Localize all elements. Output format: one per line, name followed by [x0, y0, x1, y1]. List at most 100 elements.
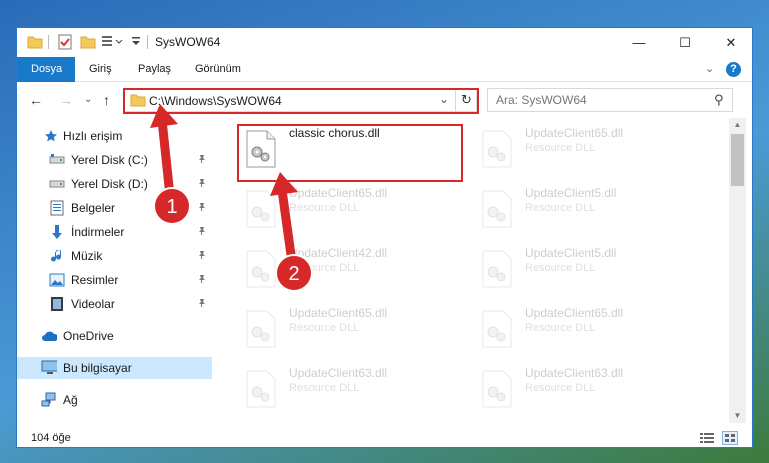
forward-icon[interactable]: →	[59, 92, 73, 108]
file-name: UpdateClient65.dll	[289, 306, 388, 320]
sidebar-item-onedrive[interactable]: OneDrive	[17, 325, 212, 347]
help-icon[interactable]: ?	[726, 62, 741, 77]
dll-file-icon	[481, 370, 513, 408]
navigation-pane: Hızlı erişim Yerel Disk (C:) Yerel Disk …	[17, 118, 212, 428]
sidebar-item-quick-access[interactable]: Hızlı erişim	[17, 125, 212, 147]
cloud-icon	[41, 328, 57, 344]
folder-icon	[27, 34, 43, 50]
sidebar-item-videos[interactable]: Videolar	[17, 293, 212, 315]
customize-toolbar-icon[interactable]	[101, 34, 125, 50]
title-bar: SysWOW64 — ☐ ✕	[17, 28, 752, 57]
status-bar: 104 öğe	[17, 428, 752, 447]
star-icon	[43, 128, 59, 144]
computer-icon	[41, 360, 57, 376]
network-icon	[41, 392, 57, 408]
video-icon	[49, 296, 65, 312]
properties-icon[interactable]	[57, 34, 73, 50]
large-icons-view-icon[interactable]	[722, 431, 738, 445]
sidebar-item-label: OneDrive	[63, 329, 114, 343]
sidebar-item-disk-d[interactable]: Yerel Disk (D:)	[17, 173, 212, 195]
sidebar-item-pictures[interactable]: Resimler	[17, 269, 212, 291]
dll-file-icon	[481, 190, 513, 228]
file-name: UpdateClient65.dll	[289, 186, 388, 200]
dll-file-icon	[481, 130, 513, 168]
file-tile[interactable]: UpdateClient65.dll Resource DLL	[477, 124, 707, 180]
sidebar-item-documents[interactable]: Belgeler	[17, 197, 212, 219]
new-folder-icon[interactable]	[80, 34, 96, 50]
sidebar-item-this-pc[interactable]: Bu bilgisayar	[17, 357, 212, 379]
expand-ribbon-icon[interactable]: ⌄	[705, 57, 714, 82]
search-icon[interactable]: ⚲	[714, 92, 724, 108]
file-tile[interactable]: UpdateClient65.dll Resource DLL	[241, 304, 471, 360]
dll-file-icon	[245, 250, 277, 288]
file-type: Resource DLL	[525, 382, 596, 394]
dll-file-icon	[245, 310, 277, 348]
toolbar-divider	[48, 35, 49, 49]
pin-icon[interactable]	[197, 250, 207, 263]
dll-file-icon	[481, 310, 513, 348]
sidebar-item-network[interactable]: Ağ	[17, 389, 212, 411]
file-tile[interactable]: UpdateClient65.dll Resource DLL	[477, 304, 707, 360]
maximize-button[interactable]: ☐	[662, 28, 708, 57]
scroll-up-icon[interactable]: ▲	[729, 118, 746, 132]
file-name: UpdateClient5.dll	[525, 246, 617, 260]
search-input[interactable]	[496, 92, 696, 108]
file-tile[interactable]: UpdateClient63.dll Resource DLL	[477, 364, 707, 420]
file-type: Resource DLL	[525, 202, 596, 214]
file-tile[interactable]: UpdateClient65.dll Resource DLL	[241, 184, 471, 240]
pin-icon[interactable]	[197, 202, 207, 215]
pin-icon[interactable]	[197, 274, 207, 287]
sidebar-item-disk-c[interactable]: Yerel Disk (C:)	[17, 149, 212, 171]
pin-icon[interactable]	[197, 178, 207, 191]
sidebar-item-music[interactable]: Müzik	[17, 245, 212, 267]
ribbon-tabs: Dosya Giriş Paylaş Görünüm ⌄ ?	[17, 57, 752, 82]
drive-icon	[49, 176, 65, 192]
close-button[interactable]: ✕	[708, 28, 752, 57]
file-highlight-box	[237, 124, 463, 182]
file-type: Resource DLL	[289, 262, 360, 274]
tab-gorunum[interactable]: Görünüm	[195, 57, 241, 82]
pin-icon[interactable]	[197, 154, 207, 167]
file-name: UpdateClient65.dll	[525, 306, 624, 320]
scroll-down-icon[interactable]: ▼	[729, 409, 746, 423]
file-type: Resource DLL	[525, 262, 596, 274]
explorer-window: SysWOW64 — ☐ ✕ Dosya Giriş Paylaş Görünü…	[16, 27, 753, 448]
search-box[interactable]: ⚲	[487, 88, 733, 112]
up-icon[interactable]: ↑	[103, 92, 110, 108]
sidebar-item-label: Yerel Disk (D:)	[71, 177, 148, 191]
drive-icon	[49, 152, 65, 168]
dll-file-icon	[481, 250, 513, 288]
details-view-icon[interactable]	[700, 432, 714, 447]
back-icon[interactable]: ←	[29, 92, 43, 108]
file-type: Resource DLL	[525, 322, 596, 334]
tab-paylas[interactable]: Paylaş	[138, 57, 171, 82]
sidebar-item-downloads[interactable]: İndirmeler	[17, 221, 212, 243]
window-title: SysWOW64	[155, 35, 221, 49]
recent-locations-icon[interactable]: ⌄	[84, 94, 92, 105]
file-tile[interactable]: UpdateClient5.dll Resource DLL	[477, 184, 707, 240]
download-icon	[49, 224, 65, 240]
sidebar-item-label: Müzik	[71, 249, 103, 263]
minimize-button[interactable]: —	[616, 28, 662, 57]
file-type: Resource DLL	[525, 142, 596, 154]
vertical-scrollbar[interactable]: ▲ ▼	[729, 118, 746, 423]
file-type: Resource DLL	[289, 382, 360, 394]
file-tile[interactable]: UpdateClient5.dll Resource DLL	[477, 244, 707, 300]
tab-giris[interactable]: Giriş	[89, 57, 112, 82]
file-tile[interactable]: UpdateClient63.dll Resource DLL	[241, 364, 471, 420]
file-name: UpdateClient65.dll	[525, 126, 624, 140]
tab-dosya[interactable]: Dosya	[17, 57, 75, 82]
scroll-thumb[interactable]	[731, 134, 744, 186]
pin-icon[interactable]	[197, 226, 207, 239]
sidebar-item-label: Bu bilgisayar	[63, 361, 132, 375]
file-name: UpdateClient63.dll	[289, 366, 388, 380]
item-count: 104 öğe	[31, 432, 71, 444]
documents-icon	[49, 200, 65, 216]
address-highlight-box	[123, 88, 479, 114]
file-name: UpdateClient5.dll	[525, 186, 617, 200]
pin-icon[interactable]	[197, 298, 207, 311]
pictures-icon	[49, 272, 65, 288]
toolbar-dropdown-icon[interactable]	[131, 36, 141, 52]
dll-file-icon	[245, 190, 277, 228]
file-tile[interactable]: UpdateClient42.dll Resource DLL	[241, 244, 471, 300]
